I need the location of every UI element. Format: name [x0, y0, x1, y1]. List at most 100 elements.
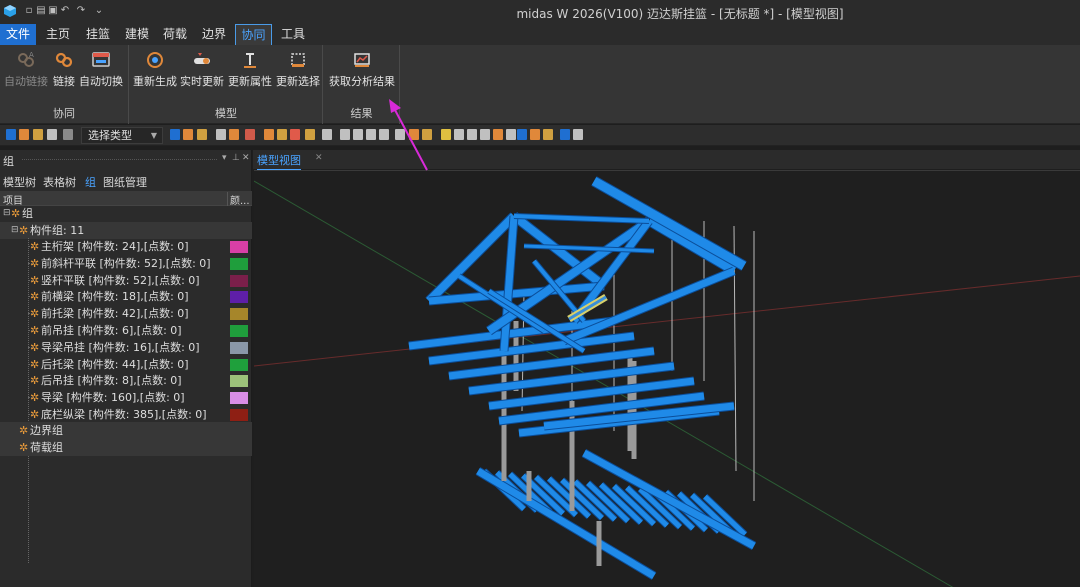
tab-table-tree[interactable]: 表格树 [43, 174, 76, 190]
tree-boundary-group[interactable]: ✲ 边界组 [0, 422, 252, 439]
get-analysis-results-icon [354, 53, 370, 67]
zoom-out-icon[interactable] [480, 129, 490, 140]
color-swatch[interactable] [230, 375, 248, 388]
close-icon[interactable]: ✕ [242, 153, 250, 163]
panel-grip[interactable] [22, 159, 217, 160]
color-swatch[interactable] [230, 241, 248, 253]
color-swatch[interactable] [230, 409, 248, 421]
zoom-window-icon[interactable] [454, 129, 464, 140]
view-iso-icon[interactable] [409, 129, 419, 140]
select-type-dropdown[interactable]: 选择类型 ▼ [81, 127, 163, 144]
tab-model-view[interactable]: 模型视图 [257, 152, 301, 171]
tree-member-item[interactable]: ✲ 主桁架 [构件数: 24],[点数: 0] [0, 238, 252, 255]
view-top-icon[interactable] [395, 129, 405, 140]
rotate-icon[interactable] [493, 129, 503, 140]
tab-modeling[interactable]: 建模 [119, 24, 155, 45]
tree-member-item[interactable]: ✲ 前斜杆平联 [构件数: 52],[点数: 0] [0, 255, 252, 272]
activate-all-icon[interactable] [197, 129, 207, 140]
color-swatch[interactable] [230, 308, 248, 321]
color-swatch[interactable] [230, 341, 248, 354]
auto-switch-button[interactable]: 自动切换 [79, 48, 123, 100]
ribbon-group-model: 重新生成 实时更新 更新属性 更新选择 模型 [130, 45, 323, 124]
tab-collaboration[interactable]: 协同 [235, 24, 272, 45]
tab-form-traveler[interactable]: 挂篮 [80, 24, 116, 45]
get-analysis-results-button[interactable]: 获取分析结果 [328, 48, 396, 100]
column-header-color[interactable]: 颜... [227, 192, 250, 207]
member-group-label: 主桁架 [构件数: 24],[点数: 0] [41, 240, 189, 253]
tree-member-item[interactable]: ✲ 导梁吊挂 [构件数: 16],[点数: 0] [0, 339, 252, 356]
tree-member-item[interactable]: ✲ 后托梁 [构件数: 44],[点数: 0] [0, 356, 252, 373]
panel-menu-icon[interactable]: ▾ [222, 153, 227, 163]
color-swatch[interactable] [230, 291, 248, 304]
dynamic-view-icon[interactable] [517, 129, 527, 140]
perspective-icon[interactable] [305, 129, 315, 140]
grid-icon[interactable] [560, 129, 570, 140]
select-element-icon[interactable] [33, 129, 43, 140]
view-left-icon[interactable] [366, 129, 376, 140]
tab-tools[interactable]: 工具 [275, 24, 311, 45]
color-swatch[interactable] [230, 358, 248, 371]
auto-link-button[interactable]: A 自动链接 [4, 48, 48, 100]
close-icon[interactable]: ✕ [315, 153, 323, 163]
form-traveler-model[interactable] [254, 171, 1080, 587]
tree-member-item[interactable]: ✲ 后吊挂 [构件数: 8],[点数: 0] [0, 372, 252, 389]
svg-text:A: A [29, 51, 34, 59]
tree-root[interactable]: ⊟ ✲ 组 [0, 205, 252, 222]
color-icon[interactable] [543, 129, 553, 140]
tree-member-item[interactable]: ✲ 前横梁 [构件数: 18],[点数: 0] [0, 288, 252, 305]
tab-load[interactable]: 荷载 [157, 24, 193, 45]
main-truss-bottom-chord [428, 282, 605, 305]
zoom-in-icon[interactable] [467, 129, 477, 140]
update-selection-button[interactable]: 更新选择 [275, 48, 321, 100]
tree-member-item[interactable]: ✲ 竖杆平联 [构件数: 52],[点数: 0] [0, 272, 252, 289]
shrink-icon[interactable] [245, 129, 255, 140]
activate-icon[interactable] [170, 129, 180, 140]
color-swatch[interactable] [230, 392, 248, 405]
snap-icon[interactable] [573, 129, 583, 140]
select-icon[interactable] [6, 129, 16, 140]
tab-home[interactable]: 主页 [40, 24, 76, 45]
light-icon[interactable] [530, 129, 540, 140]
model-viewport[interactable] [254, 170, 1080, 587]
tab-drawing-management[interactable]: 图纸管理 [103, 174, 147, 190]
tree-member-item[interactable]: ✲ 导梁 [构件数: 160],[点数: 0] [0, 389, 252, 406]
pin-icon[interactable]: ⊥ [232, 153, 240, 163]
member-group-label: 竖杆平联 [构件数: 52],[点数: 0] [41, 273, 200, 287]
tree-member-item[interactable]: ✲ 前吊挂 [构件数: 6],[点数: 0] [0, 322, 252, 339]
element-number-icon[interactable] [229, 129, 239, 140]
select-window-icon[interactable] [47, 129, 57, 140]
tab-group[interactable]: 组 [85, 174, 96, 190]
tree-load-group[interactable]: ✲ 荷载组 [0, 439, 252, 456]
zoom-fit-icon[interactable] [441, 129, 451, 140]
tab-boundary[interactable]: 边界 [196, 24, 232, 45]
node-number-icon[interactable] [216, 129, 226, 140]
ribbon-group-results: 获取分析结果 结果 [324, 45, 400, 124]
deactivate-icon[interactable] [183, 129, 193, 140]
display-option-icon[interactable] [322, 129, 332, 140]
regenerate-button[interactable]: 重新生成 [132, 48, 178, 100]
tree-member-item[interactable]: ✲ 底栏纵梁 [构件数: 385],[点数: 0] [0, 406, 252, 423]
link-button[interactable]: 链接 [50, 48, 78, 100]
shade-icon[interactable] [277, 129, 287, 140]
update-properties-button[interactable]: 更新属性 [227, 48, 273, 100]
select-polygon-icon[interactable] [63, 129, 73, 140]
render-icon[interactable] [290, 129, 300, 140]
view-right-icon[interactable] [379, 129, 389, 140]
tree-member-item[interactable]: ✲ 前托梁 [构件数: 42],[点数: 0] [0, 305, 252, 322]
pan-icon[interactable] [506, 129, 516, 140]
view-front-icon[interactable] [340, 129, 350, 140]
collapse-icon[interactable]: ⊟ [11, 222, 19, 239]
color-swatch[interactable] [230, 274, 248, 287]
tab-file[interactable]: 文件 [0, 24, 36, 45]
tab-model-tree[interactable]: 模型树 [3, 174, 36, 190]
color-swatch[interactable] [230, 325, 248, 337]
select-node-icon[interactable] [19, 129, 29, 140]
tree-member-group[interactable]: ⊟ ✲ 构件组: 11 [0, 222, 252, 239]
realtime-update-button[interactable]: 实时更新 [179, 48, 225, 100]
view-back-icon[interactable] [353, 129, 363, 140]
color-swatch[interactable] [230, 257, 248, 270]
view-custom-icon[interactable] [422, 129, 432, 140]
collapse-icon[interactable]: ⊟ [3, 205, 11, 222]
member-group-icon: ✲ [30, 256, 40, 270]
hidden-icon[interactable] [264, 129, 274, 140]
